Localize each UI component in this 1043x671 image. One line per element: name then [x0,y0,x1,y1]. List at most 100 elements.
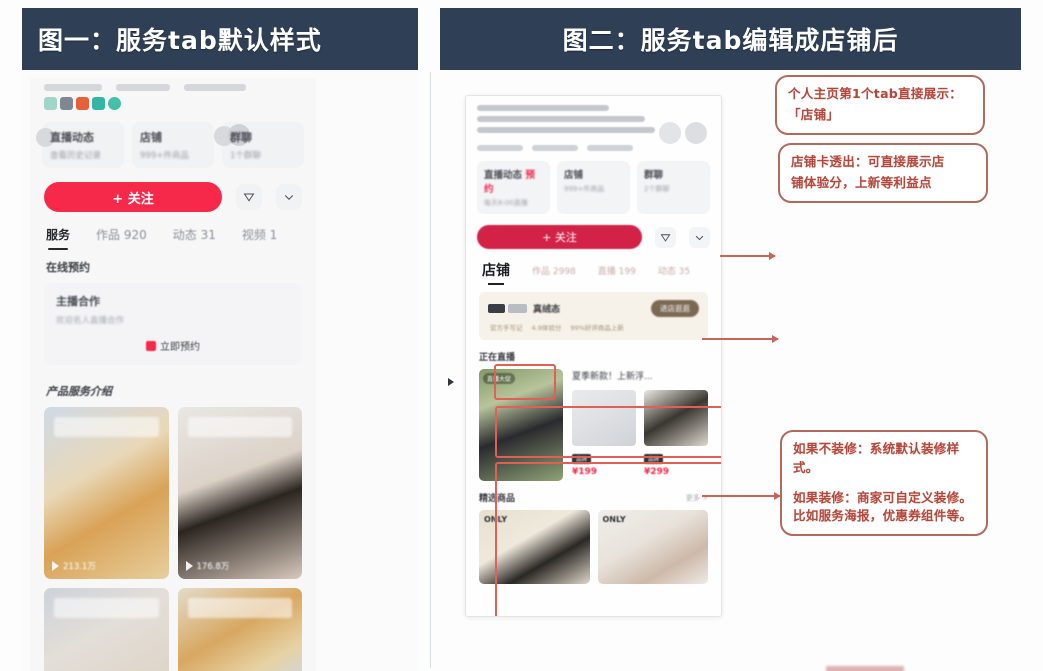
stat-card-live[interactable]: 直播动态 查看历史记录 [36,122,124,168]
booking-card-title: 主播合作 [56,295,100,308]
callout-line: 店铺卡透出：可直接展示店 [791,154,945,169]
follow-button[interactable]: + 关注 [44,182,222,212]
brand-label: ONLY [484,515,508,524]
tab-works[interactable]: 作品 920 [96,226,147,243]
stat-card-group[interactable]: 群聊 2个群聊 [637,161,710,214]
tab-live[interactable]: 直播 199 [598,264,636,277]
stat-sub: 2个群聊 [644,185,670,193]
shop-tag: 4.9体验分 [531,324,562,332]
share-icon[interactable] [236,184,262,210]
slide-page: 图一：服务tab默认样式 图二：服务tab编辑成店铺后 直播动态 查看历史记录 … [0,0,1043,671]
callout-tab: 个人主页第1个tab直接展示： 「店铺」 [775,75,985,135]
tab-videos[interactable]: 视频 1 [242,226,277,243]
product-image [644,390,708,446]
calendar-icon [146,340,156,351]
callout-line: 「店铺」 [788,106,840,122]
play-count: 213.1万 [52,560,96,572]
chevron-down-icon[interactable] [276,184,302,210]
right-phone-mock: 直播动态 预约 每天8:00直播 店铺 999+件商品 群聊 2个群聊 + 关注 [465,95,722,617]
live-cover[interactable]: 直播大促 [479,369,563,481]
brand-label: ONLY [602,515,626,524]
profile-line [477,116,645,122]
profile-header [466,96,721,133]
camera-icon [92,97,105,110]
goods-item[interactable]: ONLY [479,510,590,584]
video-thumbnail[interactable] [44,588,169,671]
goods-section-title: 精选商品 [479,494,516,504]
callout-line: 个人主页第1个tab直接展示： [788,86,963,101]
tab-works[interactable]: 作品 2998 [532,264,576,277]
stat-card-group[interactable]: 群聊 1个群聊 [214,122,304,168]
book-now-button[interactable]: 立即预约 [56,338,290,353]
play-count: 176.8万 [185,560,229,572]
left-phone-screenshot: 直播动态 查看历史记录 店铺 999+件商品 群聊 1个群聊 + 关注 服务 作… [30,78,316,671]
stat-card-shop[interactable]: 店铺 999+件商品 [132,122,214,168]
profile-chips [466,138,721,151]
callout-line: 如果装修：商家可自定义装修。比如服务海报，优惠券组件等。 [793,489,973,524]
connector-arrow-shopcard [702,335,779,343]
video-overlay-text [54,417,159,437]
goods-item[interactable]: ONLY [597,510,708,584]
shop-tags: 官方手写记 4.9体验分 99%好评商品上新 [488,317,699,332]
profile-chip [532,145,578,151]
video-grid: 213.1万 176.8万 [30,399,316,671]
play-icon [185,561,193,571]
avatar [685,122,707,144]
left-follow-row: + 关注 [30,168,316,212]
right-column: 直播动态 预约 每天8:00直播 店铺 999+件商品 群聊 2个群聊 + 关注 [440,70,1021,671]
tab-service[interactable]: 服务 [46,226,70,250]
callout-shopcard: 店铺卡透出：可直接展示店 铺体验分，上新等利益点 [778,143,988,203]
column-divider [430,72,431,668]
callout-line: 如果不装修：系统默认装修样式。 [793,441,960,475]
booking-card[interactable]: 主播合作 欢迎名人直播合作 立即预约 [44,283,302,365]
live-product[interactable]: 品牌 ¥299 [644,390,708,477]
avatar [659,122,681,144]
callout-decoration: 如果不装修：系统默认装修样式。 如果装修：商家可自定义装修。比如服务海报，优惠券… [780,430,988,536]
share-icon[interactable] [655,226,676,248]
shop-tag: 官方手写记 [490,324,523,332]
product-section-title: 产品服务介绍 [46,385,112,398]
video-thumbnail[interactable]: 176.8万 [177,407,302,579]
fire-icon [76,97,89,110]
header-title-left: 图一：服务tab默认样式 [38,26,322,55]
chevron-down-icon[interactable] [689,226,710,248]
stat-title: 店铺 [140,131,162,144]
tab-moments[interactable]: 动态 31 [173,226,216,243]
left-tab-bar: 服务 作品 920 动态 31 视频 1 [30,212,316,250]
right-tab-bar: 店铺 作品 2998 直播 199 动态 35 [466,249,721,285]
tab-moments[interactable]: 动态 35 [658,264,690,277]
video-thumbnail[interactable] [177,588,302,671]
video-overlay-text [54,598,159,618]
live-section-title: 正在直播 [479,353,516,363]
video-thumbnail[interactable]: 213.1万 [44,407,169,579]
booking-card-desc: 欢迎名人直播合作 [56,316,125,326]
tab-shop[interactable]: 店铺 [482,260,510,285]
live-section: 正在直播 直播大促 夏季新款！上新浮... 品牌 ¥199 品牌 ¥299 [479,350,708,481]
shop-enter-button[interactable]: 进店逛逛 [651,300,699,317]
follow-button[interactable]: + 关注 [477,225,642,249]
product-badge: 品牌 [644,454,664,464]
stat-sub: 每天8:00直播 [484,199,528,207]
product-price: ¥199 [572,467,598,477]
book-now-label: 立即预约 [160,342,200,353]
connector-arrow-tab [720,252,776,260]
header-title-right: 图二：服务tab编辑成店铺后 [562,26,899,55]
stat-card-shop[interactable]: 店铺 999+件商品 [557,161,630,214]
stat-sub: 查看历史记录 [50,151,102,161]
goods-more-link[interactable]: 更多 > [686,493,708,503]
left-stats-row: 直播动态 查看历史记录 店铺 999+件商品 群聊 1个群聊 [30,110,316,168]
product-price: ¥299 [644,467,670,477]
stat-card-live[interactable]: 直播动态 预约 每天8:00直播 [477,161,550,214]
live-product[interactable]: 品牌 ¥199 [572,390,636,477]
right-stats-row: 直播动态 预约 每天8:00直播 店铺 999+件商品 群聊 2个群聊 [466,151,721,214]
stat-title: 群聊 [644,170,664,181]
video-overlay-text [187,417,292,437]
shop-card[interactable]: 真绒态 进店逛逛 官方手写记 4.9体验分 99%好评商品上新 [479,292,708,340]
live-item-title: 夏季新款！上新浮... [572,372,653,382]
product-image [572,390,636,446]
shop-tag: 99%好评商品上新 [570,324,624,332]
profile-line [477,127,655,133]
stat-title: 店铺 [564,170,584,181]
profile-line [477,105,609,111]
callout-line: 铺体验分，上新等利益点 [791,174,932,190]
